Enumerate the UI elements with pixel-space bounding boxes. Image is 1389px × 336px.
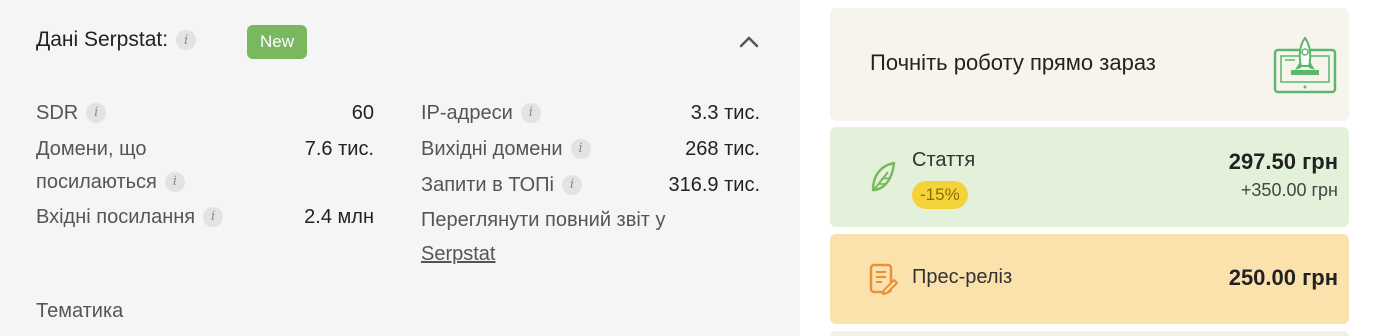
document-edit-icon bbox=[869, 263, 898, 295]
start-card[interactable]: Почніть роботу прямо зараз bbox=[830, 8, 1349, 121]
topics-title: Тематика bbox=[36, 300, 124, 322]
report-text: Переглянути повний звіт у bbox=[421, 209, 666, 231]
article-extra-price: +350.00 грн bbox=[1240, 180, 1338, 200]
metric-value: 268 тис. bbox=[685, 138, 760, 160]
metric-label: Вхідні посилання bbox=[36, 206, 196, 228]
serpstat-panel: Дані Serpstat: i New SDR i 60 Домени, що… bbox=[0, 0, 800, 336]
metric-label: SDR bbox=[36, 102, 79, 124]
metric-label: Вихідні домени bbox=[421, 138, 563, 160]
article-card[interactable]: Стаття -15% 297.50 грн +350.00 грн bbox=[830, 127, 1349, 227]
metric-value: 7.6 тис. bbox=[304, 138, 374, 160]
metric-referring-domains-line2: посилаються i bbox=[36, 165, 185, 199]
press-release-card[interactable]: Прес-реліз 250.00 грн bbox=[830, 234, 1349, 324]
panel-title-text: Дані Serpstat: bbox=[36, 28, 169, 51]
info-icon[interactable]: i bbox=[570, 139, 591, 159]
new-badge: New bbox=[247, 25, 308, 59]
press-release-price: 250.00 грн bbox=[1228, 265, 1338, 290]
info-icon[interactable]: i bbox=[176, 30, 197, 50]
press-release-label: Прес-реліз bbox=[912, 266, 1013, 288]
serpstat-report-link[interactable]: Serpstat bbox=[421, 237, 495, 271]
start-text: Почніть роботу прямо зараз bbox=[870, 50, 1156, 75]
metric-label: IP-адреси bbox=[421, 102, 513, 124]
rocket-laptop-illustration bbox=[1273, 36, 1337, 94]
metric-value: 316.9 тис. bbox=[668, 174, 761, 196]
metric-top-queries: Запити в ТОПі i bbox=[421, 168, 582, 202]
metric-backlinks: Вхідні посилання i bbox=[36, 200, 224, 234]
metric-value: 3.3 тис. bbox=[690, 102, 760, 124]
info-icon[interactable]: i bbox=[520, 103, 541, 123]
metric-ip: IP-адреси i bbox=[421, 96, 541, 130]
metric-value: 60 bbox=[351, 102, 374, 124]
metric-referring-domains-line1: Домени, що bbox=[36, 132, 146, 166]
next-card-edge bbox=[830, 331, 1349, 336]
article-label: Стаття bbox=[912, 149, 976, 171]
info-icon[interactable]: i bbox=[164, 172, 185, 192]
metric-sdr: SDR i bbox=[36, 96, 107, 130]
metric-label: посилаються bbox=[36, 171, 157, 193]
metric-value: 2.4 млн bbox=[304, 206, 374, 228]
info-icon[interactable]: i bbox=[86, 103, 107, 123]
chevron-up-icon[interactable] bbox=[738, 33, 760, 49]
panel-title: Дані Serpstat: i bbox=[36, 28, 197, 52]
info-icon[interactable]: i bbox=[561, 175, 582, 195]
feather-icon bbox=[871, 161, 896, 192]
discount-badge: -15% bbox=[912, 181, 968, 209]
metric-label: Домени, що bbox=[36, 138, 147, 160]
article-price: 297.50 грн bbox=[1228, 149, 1338, 174]
metric-outgoing-domains: Вихідні домени i bbox=[421, 132, 591, 166]
metric-label: Запити в ТОПі bbox=[421, 174, 554, 196]
info-icon[interactable]: i bbox=[203, 207, 224, 227]
